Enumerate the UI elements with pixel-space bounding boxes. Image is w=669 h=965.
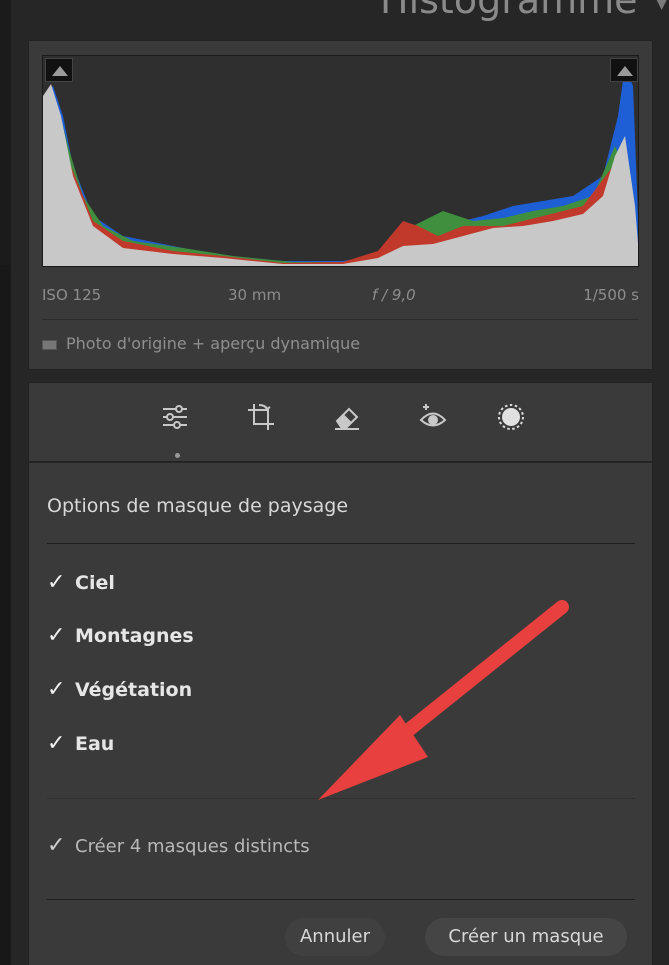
create-mask-button[interactable]: Créer un masque	[425, 918, 627, 956]
crop-icon[interactable]	[245, 401, 277, 433]
preview-toggle[interactable]: Photo d'origine + aperçu dynamique	[42, 334, 360, 358]
lightroom-panel: Histogramme ▼ ISO 125 30 mm f / 9,0 1/500…	[0, 0, 669, 965]
options-title: Options de masque de paysage	[47, 495, 349, 517]
shadow-clipping-button[interactable]	[45, 58, 73, 82]
checkmark-icon: ✓	[47, 623, 66, 648]
checkbox-sky[interactable]: ✓ Ciel	[47, 570, 115, 600]
red-eye-icon[interactable]	[417, 401, 449, 433]
checkmark-icon: ✓	[47, 570, 66, 595]
histogram-graph	[42, 55, 639, 267]
tool-strip	[28, 382, 653, 462]
footer-divider	[47, 899, 635, 900]
options-divider	[47, 543, 635, 544]
arrow-shape	[318, 600, 569, 800]
checkbox-label: Créer 4 masques distincts	[75, 836, 310, 857]
iso-value: ISO 125	[42, 286, 102, 304]
checkbox-label: Ciel	[75, 572, 115, 594]
edit-sliders-icon[interactable]	[159, 401, 191, 433]
panel-title: Histogramme	[380, 0, 638, 22]
focal-length-value: 30 mm	[228, 286, 282, 304]
histogram-curves	[43, 66, 638, 266]
checkbox-water[interactable]: ✓ Eau	[47, 731, 114, 761]
checkmark-icon: ✓	[47, 677, 66, 702]
active-tool-indicator	[175, 453, 180, 458]
exif-info: ISO 125 30 mm f / 9,0 1/500 s	[42, 286, 639, 310]
highlight-clipping-button[interactable]	[610, 58, 638, 82]
checkmark-icon: ✓	[47, 833, 66, 858]
annotation-arrow	[318, 600, 569, 800]
checkbox-label: Végétation	[75, 679, 193, 701]
checkbox-distinct-masks[interactable]: ✓ Créer 4 masques distincts	[47, 833, 310, 863]
preview-label: Photo d'origine + aperçu dynamique	[66, 334, 361, 353]
aperture-value: f / 9,0	[372, 286, 416, 304]
shutter-value: 1/500 s	[583, 286, 639, 304]
left-edge-lower	[0, 265, 11, 965]
checkbox-label: Montagnes	[75, 625, 194, 647]
checkbox-vegetation[interactable]: ✓ Végétation	[47, 677, 192, 707]
exif-divider	[42, 319, 639, 320]
checkbox-label: Eau	[75, 733, 115, 755]
cancel-button[interactable]: Annuler	[285, 918, 385, 956]
healing-eraser-icon[interactable]	[331, 401, 363, 433]
masking-icon[interactable]	[495, 401, 527, 433]
collapse-icon[interactable]: ▼	[656, 0, 668, 12]
checkbox-mountains[interactable]: ✓ Montagnes	[47, 623, 194, 653]
histogram-panel: ISO 125 30 mm f / 9,0 1/500 s Photo d'or…	[28, 40, 653, 370]
checkmark-icon: ✓	[47, 731, 66, 756]
preview-frame-icon	[42, 339, 57, 350]
panel-header[interactable]: Histogramme ▼	[380, 0, 669, 32]
